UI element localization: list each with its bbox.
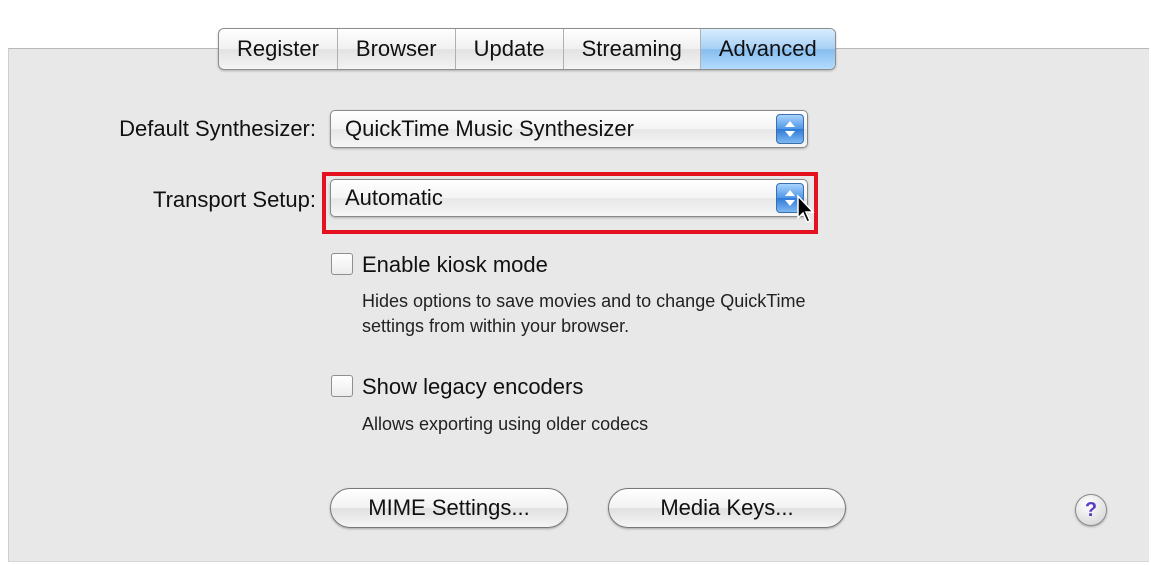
- default-synthesizer-popup[interactable]: QuickTime Music Synthesizer: [330, 110, 808, 148]
- mime-settings-button[interactable]: MIME Settings...: [330, 488, 568, 528]
- show-legacy-encoders-checkbox[interactable]: [331, 375, 353, 397]
- default-synthesizer-value: QuickTime Music Synthesizer: [345, 116, 634, 141]
- highlight-box: [322, 172, 818, 234]
- tab-browser[interactable]: Browser: [338, 29, 456, 69]
- enable-kiosk-mode-checkbox[interactable]: [331, 253, 353, 275]
- tab-register[interactable]: Register: [219, 29, 338, 69]
- kiosk-description-line2: settings from within your browser.: [362, 316, 630, 336]
- enable-kiosk-mode-label: Enable kiosk mode: [362, 252, 548, 277]
- tab-streaming[interactable]: Streaming: [564, 29, 701, 69]
- legacy-encoders-description: Allows exporting using older codecs: [362, 414, 649, 434]
- mouse-pointer-icon: [797, 194, 815, 223]
- popup-arrows-icon: [776, 114, 804, 144]
- help-icon[interactable]: ?: [1075, 494, 1107, 526]
- media-keys-button[interactable]: Media Keys...: [608, 488, 846, 528]
- tab-bar: Register Browser Update Streaming Advanc…: [218, 28, 836, 70]
- tab-advanced[interactable]: Advanced: [700, 29, 835, 69]
- default-synthesizer-label: Default Synthesizer:: [119, 116, 316, 141]
- transport-setup-label: Transport Setup:: [152, 187, 316, 212]
- tab-update[interactable]: Update: [456, 29, 564, 69]
- show-legacy-encoders-label: Show legacy encoders: [362, 374, 584, 399]
- kiosk-description-line1: Hides options to save movies and to chan…: [362, 291, 806, 311]
